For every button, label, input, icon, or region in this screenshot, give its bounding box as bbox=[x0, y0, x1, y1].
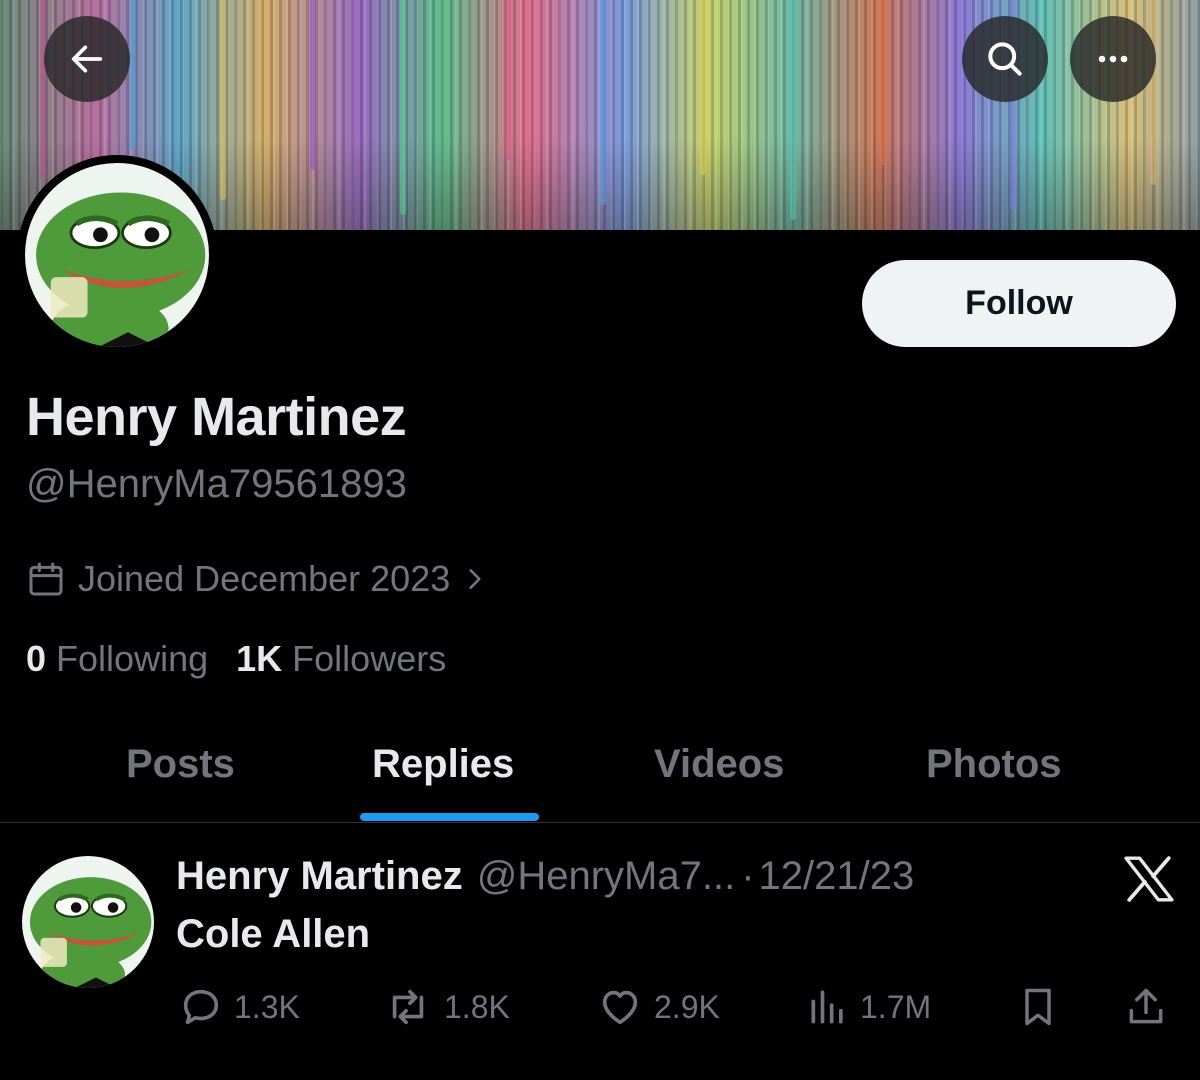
repost-icon bbox=[392, 989, 424, 1025]
post-author-handle[interactable]: @HenryMa7... bbox=[477, 854, 735, 899]
tabs-divider bbox=[0, 822, 1200, 823]
frog-avatar-icon bbox=[22, 856, 154, 988]
back-arrow-icon bbox=[71, 45, 103, 73]
more-icon bbox=[1098, 55, 1128, 63]
frog-avatar-icon bbox=[25, 163, 209, 347]
post-date[interactable]: 12/21/23 bbox=[759, 854, 915, 899]
view-count: 1.7M bbox=[860, 988, 932, 1025]
x-logo-icon bbox=[1124, 856, 1174, 902]
joined-date-row[interactable]: Joined December 2023 bbox=[26, 558, 500, 600]
tab-posts[interactable]: Posts bbox=[126, 742, 235, 787]
active-tab-indicator bbox=[360, 813, 539, 821]
chevron-right-icon bbox=[469, 569, 481, 589]
post-author-avatar[interactable] bbox=[22, 856, 154, 988]
profile-avatar[interactable] bbox=[17, 155, 217, 355]
profile-handle: @HenryMa79561893 bbox=[26, 462, 407, 506]
bookmark-icon[interactable] bbox=[1016, 984, 1060, 1030]
profile-display-name: Henry Martinez bbox=[26, 387, 407, 447]
post-text: Cole Allen bbox=[176, 912, 371, 956]
share-icon[interactable] bbox=[1124, 984, 1168, 1030]
following-label: Following bbox=[56, 638, 209, 679]
post-header: Henry Martinez @HenryMa7... · 12/21/23 bbox=[176, 854, 914, 899]
post-separator: · bbox=[741, 854, 755, 898]
follow-stats: 0 Following 1K Followers bbox=[26, 638, 446, 680]
search-button[interactable] bbox=[962, 16, 1048, 102]
tab-replies[interactable]: Replies bbox=[372, 742, 514, 787]
profile-tabs: Posts Replies Videos Photos bbox=[0, 730, 1200, 822]
repost-button[interactable]: 1.8K bbox=[382, 984, 510, 1030]
tab-videos[interactable]: Videos bbox=[654, 742, 784, 787]
tab-photos[interactable]: Photos bbox=[926, 742, 1062, 787]
like-button[interactable]: 2.9K bbox=[596, 984, 720, 1030]
calendar-icon bbox=[29, 562, 63, 596]
heart-icon bbox=[602, 990, 638, 1025]
reply-count: 1.3K bbox=[234, 988, 300, 1025]
post-author-name[interactable]: Henry Martinez bbox=[176, 854, 463, 899]
following-count: 0 bbox=[26, 638, 47, 679]
followers-count: 1K bbox=[236, 638, 283, 679]
back-button[interactable] bbox=[44, 16, 130, 102]
analytics-icon bbox=[811, 990, 843, 1024]
more-button[interactable] bbox=[1070, 16, 1156, 102]
follow-button[interactable]: Follow bbox=[862, 260, 1176, 347]
followers-label: Followers bbox=[292, 638, 447, 679]
reply-button[interactable]: 1.3K bbox=[178, 984, 300, 1030]
joined-date-text: Joined December 2023 bbox=[78, 558, 451, 599]
following-link[interactable]: 0 Following bbox=[26, 638, 208, 680]
like-count: 2.9K bbox=[654, 988, 720, 1025]
search-icon bbox=[988, 42, 1022, 76]
reply-icon bbox=[183, 989, 219, 1025]
followers-link[interactable]: 1K Followers bbox=[236, 638, 446, 680]
views-button[interactable]: 1.7M bbox=[806, 984, 931, 1030]
repost-count: 1.8K bbox=[444, 988, 510, 1025]
